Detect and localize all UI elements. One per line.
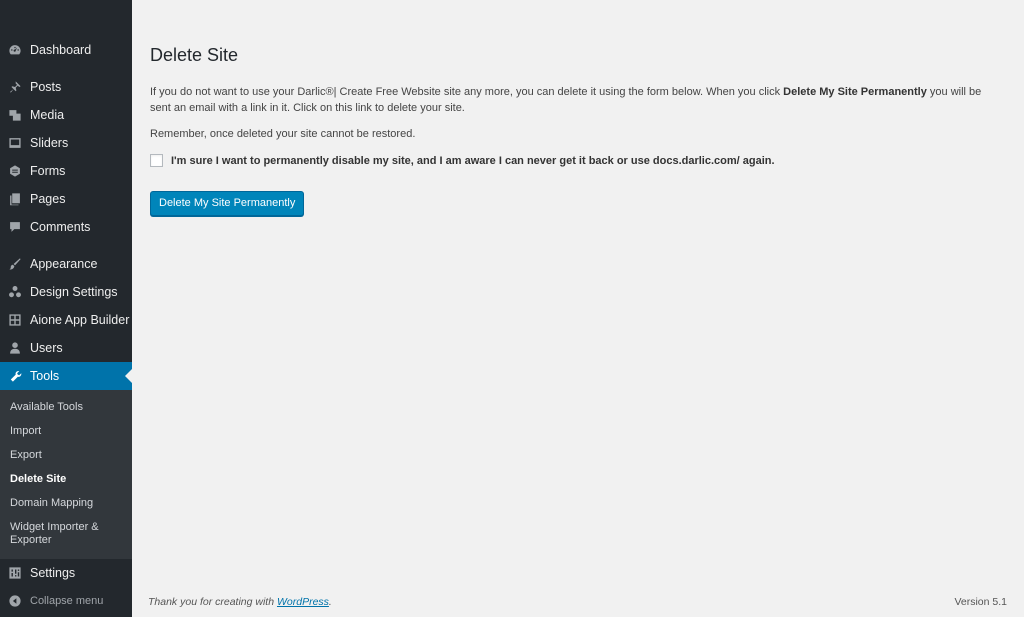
admin-menu: Dashboard Posts Media Sliders Forms Page…	[0, 0, 132, 390]
menu-item-appearance[interactable]: Appearance	[0, 250, 132, 278]
dashboard-icon	[8, 43, 22, 57]
forms-icon	[8, 164, 22, 178]
description-strong: Delete My Site Permanently	[783, 86, 927, 98]
menu-label: Sliders	[30, 136, 69, 150]
menu-label: Users	[30, 341, 63, 355]
menu-label: Media	[30, 108, 65, 122]
menu-item-posts[interactable]: Posts	[0, 73, 132, 101]
footer-version: Version 5.1	[954, 596, 1007, 608]
admin-sidebar: Dashboard Posts Media Sliders Forms Page…	[0, 0, 132, 617]
user-icon	[8, 341, 22, 355]
menu-item-comments[interactable]: Comments	[0, 213, 132, 241]
menu-label: Tools	[30, 369, 60, 383]
page-title: Delete Site	[150, 45, 239, 65]
menu-label: Design Settings	[30, 285, 118, 299]
wordpress-link[interactable]: WordPress	[277, 596, 329, 608]
menu-item-users[interactable]: Users	[0, 334, 132, 362]
menu-item-sliders[interactable]: Sliders	[0, 129, 132, 157]
delete-site-button[interactable]: Delete My Site Permanently	[150, 191, 305, 216]
menu-label: Settings	[30, 566, 76, 580]
description-text: If you do not want to use your Darlic®| …	[150, 86, 784, 98]
menu-label: Aione App Builder	[30, 313, 130, 327]
menu-label: Dashboard	[30, 43, 92, 57]
comments-icon	[8, 220, 22, 234]
grid-icon	[8, 313, 22, 327]
menu-item-design-settings[interactable]: Design Settings	[0, 278, 132, 306]
collapse-label: Collapse menu	[30, 595, 104, 607]
menu-item-pages[interactable]: Pages	[0, 185, 132, 213]
menu-label: Comments	[30, 220, 91, 234]
collapse-menu-button[interactable]: Collapse menu	[0, 587, 132, 615]
footer-thanks: Thank you for creating with WordPress.	[148, 596, 332, 608]
menu-label: Posts	[30, 80, 62, 94]
menu-item-media[interactable]: Media	[0, 101, 132, 129]
delete-site-description: If you do not want to use your Darlic®| …	[150, 84, 1000, 116]
design-icon	[8, 285, 22, 299]
tools-submenu: Available Tools Import Export Delete Sit…	[0, 390, 132, 559]
confirm-label[interactable]: I'm sure I want to permanently disable m…	[171, 155, 775, 167]
submenu-item-available-tools[interactable]: Available Tools	[0, 396, 132, 420]
menu-label: Forms	[30, 164, 66, 178]
collapse-icon	[8, 594, 22, 608]
admin-menu-bottom: Settings Collapse menu	[0, 559, 132, 615]
menu-item-aione-app-builder[interactable]: Aione App Builder	[0, 306, 132, 334]
menu-item-dashboard[interactable]: Dashboard	[0, 36, 132, 64]
submenu-item-delete-site[interactable]: Delete Site	[0, 468, 132, 492]
submenu-item-export[interactable]: Export	[0, 444, 132, 468]
footer-thanks-end: .	[328, 596, 332, 608]
submenu-item-domain-mapping[interactable]: Domain Mapping	[0, 492, 132, 516]
wrench-icon	[8, 369, 22, 383]
confirm-row: I'm sure I want to permanently disable m…	[150, 154, 1024, 167]
submenu-item-import[interactable]: Import	[0, 420, 132, 444]
media-icon	[8, 108, 22, 122]
remember-note: Remember, once deleted your site cannot …	[150, 128, 416, 140]
menu-item-forms[interactable]: Forms	[0, 157, 132, 185]
pin-icon	[8, 80, 22, 94]
pages-icon	[8, 192, 22, 206]
slides-icon	[8, 136, 22, 150]
footer-thanks-text: Thank you for creating with	[148, 596, 277, 608]
brush-icon	[8, 257, 22, 271]
main-content: Delete Site If you do not want to use yo…	[150, 0, 1024, 216]
menu-item-tools[interactable]: Tools	[0, 362, 132, 390]
confirm-checkbox[interactable]	[150, 154, 163, 167]
menu-item-settings[interactable]: Settings	[0, 559, 132, 587]
menu-label: Appearance	[30, 257, 98, 271]
settings-icon	[8, 566, 22, 580]
menu-label: Pages	[30, 192, 66, 206]
submenu-item-widget-importer-exporter[interactable]: Widget Importer & Exporter	[0, 516, 132, 553]
